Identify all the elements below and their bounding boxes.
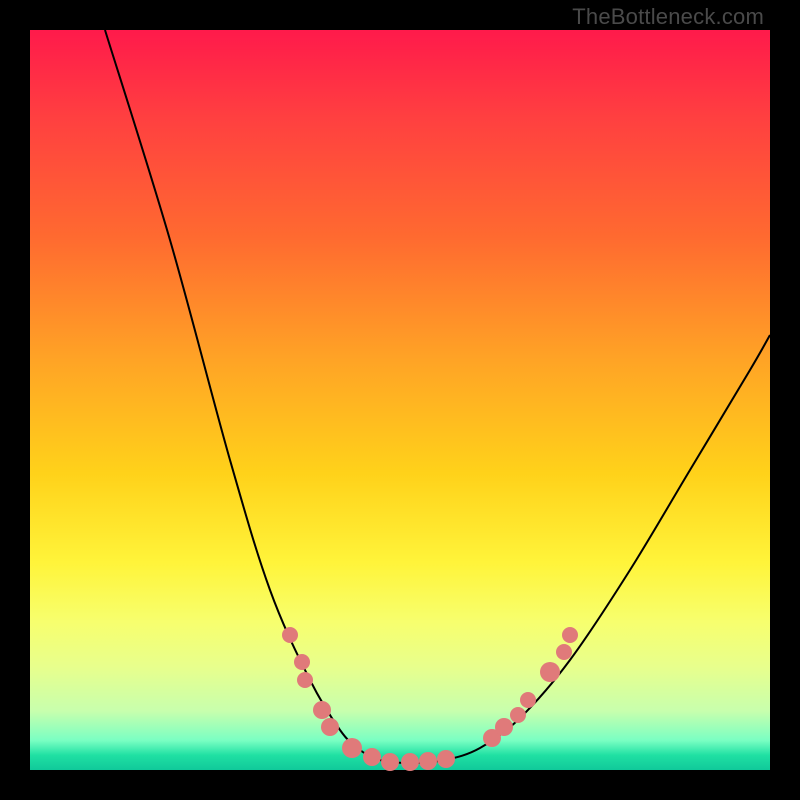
dots-group: [282, 627, 578, 771]
bottleneck-curve: [105, 30, 770, 763]
data-dot: [520, 692, 536, 708]
data-dot: [540, 662, 560, 682]
data-dot: [495, 718, 513, 736]
data-dot: [562, 627, 578, 643]
data-dot: [556, 644, 572, 660]
data-dot: [419, 752, 437, 770]
data-dot: [313, 701, 331, 719]
data-dot: [381, 753, 399, 771]
data-dot: [342, 738, 362, 758]
data-dot: [401, 753, 419, 771]
bottleneck-curve-svg: [30, 30, 770, 770]
chart-frame: TheBottleneck.com: [0, 0, 800, 800]
data-dot: [510, 707, 526, 723]
data-dot: [363, 748, 381, 766]
watermark-text: TheBottleneck.com: [572, 4, 764, 30]
data-dot: [294, 654, 310, 670]
data-dot: [437, 750, 455, 768]
data-dot: [321, 718, 339, 736]
data-dot: [297, 672, 313, 688]
plot-area: [30, 30, 770, 770]
data-dot: [282, 627, 298, 643]
